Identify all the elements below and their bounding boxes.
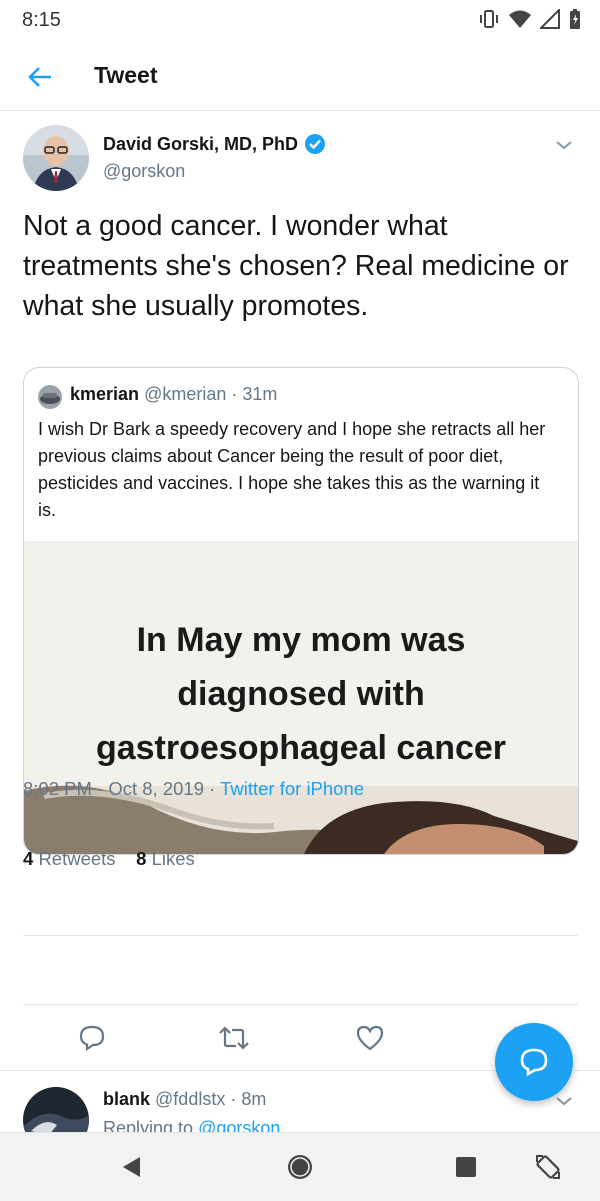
square-recents-icon — [456, 1157, 476, 1177]
author-handle: @gorskon — [103, 161, 186, 181]
tweet-timestamp: 8:02 PM · Oct 8, 2019 · — [23, 778, 221, 799]
heart-icon — [356, 1025, 384, 1051]
caption-line: In May my mom was — [136, 621, 466, 659]
status-time: 8:15 — [22, 9, 61, 31]
tweet-stats: 4 Retweets 8 Likes — [23, 848, 195, 870]
chevron-down-icon — [556, 141, 572, 150]
reply-button[interactable] — [70, 1018, 114, 1058]
reply-header: blank @fddlstx · 8m — [103, 1089, 266, 1110]
likes-count: 8 — [136, 848, 147, 869]
caption-line: diagnosed with — [177, 675, 425, 713]
quoted-header: kmerian @kmerian · 31m — [70, 384, 277, 405]
home-circle-icon — [288, 1155, 312, 1179]
vibrate-icon — [480, 10, 498, 28]
retweets-count: 4 — [23, 848, 34, 869]
nav-recents-button[interactable] — [448, 1149, 484, 1185]
tweet-meta: 8:02 PM · Oct 8, 2019 · Twitter for iPho… — [23, 778, 364, 800]
quoted-image[interactable]: In May my mom was diagnosed with gastroe… — [24, 541, 578, 854]
system-nav-bar — [0, 1132, 600, 1201]
divider — [23, 935, 578, 936]
quoted-time: · 31m — [231, 384, 278, 404]
status-icons — [478, 8, 582, 30]
app-bar: Tweet — [0, 44, 600, 111]
signal-icon — [540, 9, 560, 29]
quoted-avatar — [38, 385, 62, 409]
quoted-text: I wish Dr Bark a speedy recovery and I h… — [38, 419, 546, 520]
page-title: Tweet — [94, 62, 158, 88]
back-arrow-icon — [28, 67, 51, 87]
tweet-text: Not a good cancer. I wonder what treatme… — [23, 210, 569, 322]
likes-label: Likes — [151, 848, 195, 869]
likes-stat[interactable]: 8 Likes — [136, 848, 195, 869]
rotate-icon — [536, 1155, 560, 1179]
back-button[interactable] — [20, 60, 60, 94]
battery-icon — [570, 9, 580, 29]
retweet-button[interactable] — [212, 1018, 256, 1058]
author-avatar[interactable] — [23, 125, 89, 191]
reply-icon — [79, 1025, 105, 1052]
reply-handle: @fddlstx — [155, 1089, 226, 1109]
replying-prefix: Replying to — [103, 1118, 199, 1133]
compose-reply-button[interactable] — [495, 1023, 573, 1101]
rotate-button[interactable] — [530, 1149, 566, 1185]
divider — [23, 1004, 578, 1005]
quoted-image-caption: In May my mom was diagnosed with gastroe… — [24, 613, 578, 775]
tweet-source[interactable]: Twitter for iPhone — [220, 778, 364, 799]
quoted-name: kmerian — [70, 384, 140, 404]
reply-bubble-icon — [520, 1048, 548, 1077]
reply-avatar[interactable] — [23, 1087, 89, 1133]
replying-to-link[interactable]: @gorskon — [198, 1118, 280, 1133]
like-button[interactable] — [348, 1018, 392, 1058]
author-name: David Gorski, MD, PhD — [103, 133, 299, 154]
caption-line: gastroesophageal cancer — [95, 729, 507, 767]
retweets-label: Retweets — [38, 848, 116, 869]
status-bar: 8:15 — [0, 0, 600, 44]
retweets-stat[interactable]: 4 Retweets — [23, 848, 116, 869]
tweet-options-button[interactable] — [552, 133, 576, 157]
author-name-row[interactable]: David Gorski, MD, PhD — [103, 133, 326, 155]
reply-name: blank — [103, 1089, 151, 1109]
triangle-back-icon — [123, 1157, 140, 1177]
verified-badge-icon — [305, 134, 326, 154]
quoted-handle: @kmerian — [144, 384, 227, 404]
wifi-icon — [509, 10, 531, 28]
replying-to: Replying to @gorskon — [103, 1118, 280, 1133]
nav-home-button[interactable] — [282, 1149, 318, 1185]
nav-back-button[interactable] — [114, 1149, 150, 1185]
retweet-icon — [219, 1026, 249, 1050]
reply-time: · 8m — [230, 1089, 267, 1109]
